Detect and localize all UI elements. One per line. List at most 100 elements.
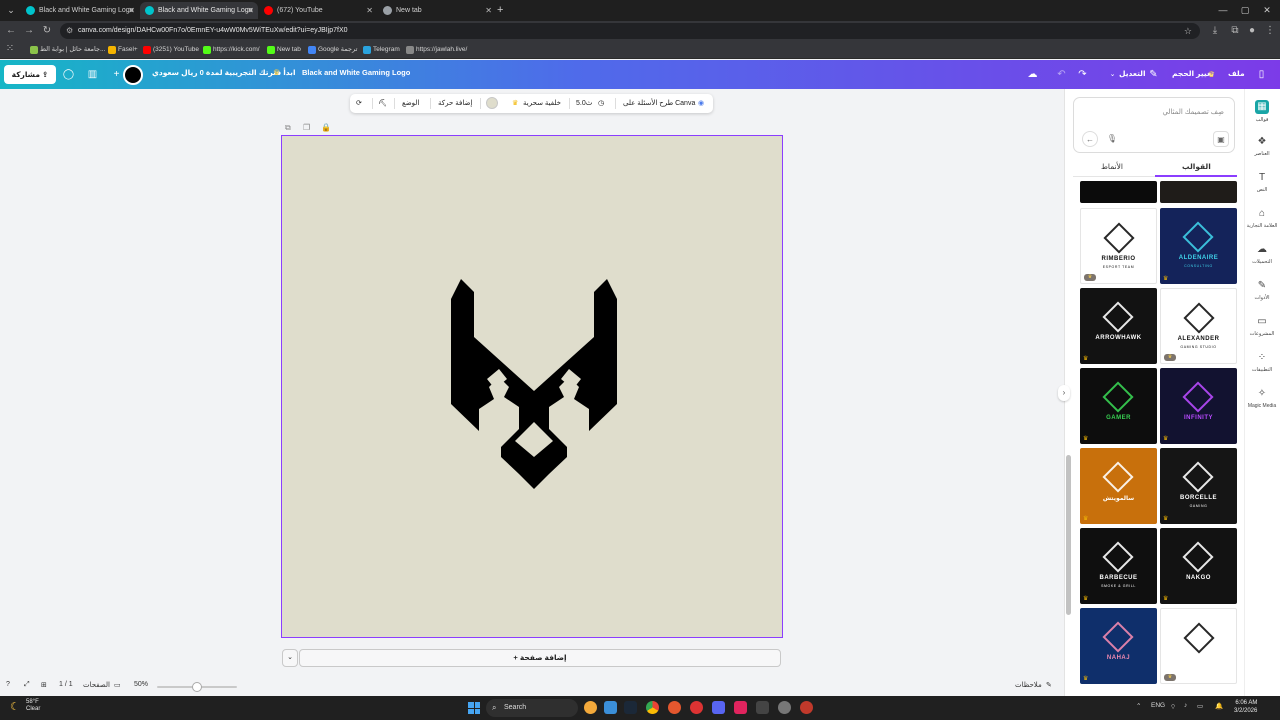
- back-arrow-icon[interactable]: ←: [1082, 131, 1098, 147]
- browser-tab-2[interactable]: Black and White Gaming Logo ✕: [140, 2, 258, 19]
- tab-templates[interactable]: القوالب: [1182, 162, 1211, 171]
- tab-styles[interactable]: الأنماط: [1101, 162, 1123, 171]
- lock-icon[interactable]: 🔒: [321, 123, 331, 132]
- minimize-icon[interactable]: —: [1211, 2, 1235, 18]
- help-icon[interactable]: ?: [6, 681, 10, 688]
- rotate-icon[interactable]: ⟳: [356, 94, 362, 113]
- rail-item-text[interactable]: T النص: [1244, 172, 1280, 193]
- animate-button[interactable]: إضافة حركة: [438, 94, 472, 113]
- template-card[interactable]: BARBECUE SMOKE & GRILL ♛: [1080, 528, 1157, 604]
- bookmark-item[interactable]: https://jawlah.live/: [406, 44, 467, 56]
- share-button[interactable]: مشاركة ⇪: [4, 65, 56, 84]
- close-window-icon[interactable]: ✕: [1255, 2, 1279, 18]
- duration-button[interactable]: 5.0ث: [576, 94, 592, 113]
- rail-item-brand[interactable]: ⌂ العلامة التجارية: [1244, 208, 1280, 229]
- template-search-input[interactable]: صِف تصميمك المثالي ← 🎙 ▣: [1073, 97, 1235, 153]
- maximize-icon[interactable]: ▢: [1233, 2, 1257, 18]
- template-card[interactable]: [1160, 181, 1237, 203]
- bookmark-item[interactable]: Fasel+: [108, 44, 138, 56]
- browser-tab-3[interactable]: (672) YouTube ✕: [259, 2, 377, 19]
- browser-tab-4[interactable]: New tab ✕: [378, 2, 496, 19]
- template-card[interactable]: [1080, 181, 1157, 203]
- page-count[interactable]: 1 / 1: [59, 681, 73, 688]
- app-icon[interactable]: [668, 701, 681, 714]
- background-color-swatch[interactable]: [486, 97, 498, 109]
- app-icon[interactable]: [584, 701, 597, 714]
- edit-mode-button[interactable]: التعديل: [1119, 69, 1146, 78]
- template-card[interactable]: RIMBERIO ESPORT TEAM ♛: [1080, 208, 1157, 284]
- chrome-icon[interactable]: [646, 701, 659, 714]
- design-canvas[interactable]: [281, 135, 783, 638]
- panel-toggle-icon[interactable]: ▯: [1253, 66, 1270, 83]
- wifi-icon[interactable]: ⌔: [1170, 702, 1176, 711]
- template-card[interactable]: GAMER ♛: [1080, 368, 1157, 444]
- battery-icon[interactable]: ▭: [1197, 702, 1203, 710]
- app-icon[interactable]: [690, 701, 703, 714]
- site-info-icon[interactable]: ⚙: [66, 23, 73, 39]
- template-card[interactable]: ALEXANDER GAMING STUDIO ♛: [1160, 288, 1237, 364]
- paint-format-icon[interactable]: ⛏: [378, 94, 387, 113]
- steam-icon[interactable]: [624, 701, 637, 714]
- app-icon[interactable]: [800, 701, 813, 714]
- chevron-down-icon[interactable]: ⌄: [282, 649, 298, 667]
- close-tab-icon[interactable]: ✕: [247, 2, 254, 19]
- weather-widget[interactable]: 58°F Clear: [26, 699, 40, 713]
- cloud-save-icon[interactable]: ☁: [1024, 66, 1041, 83]
- url-input[interactable]: ⚙ canva.com/design/DAHCw00Fn7o/0EmnEY-u4…: [60, 23, 1200, 39]
- profile-avatar-icon[interactable]: ●: [1245, 24, 1259, 38]
- grid-view-icon[interactable]: ⊞: [41, 681, 47, 689]
- back-arrow-icon[interactable]: ←: [4, 24, 18, 38]
- rail-item-elements[interactable]: ❖ العناصر: [1244, 136, 1280, 157]
- bookmark-item[interactable]: جامعة حائل | بوابة الط...: [30, 44, 105, 56]
- zoom-slider-handle[interactable]: [192, 682, 202, 692]
- bookmark-item[interactable]: Google ترجمة: [308, 44, 357, 56]
- insights-chart-icon[interactable]: ▥: [84, 66, 101, 83]
- rail-item-templates[interactable]: ▦ قوالب: [1244, 100, 1280, 123]
- position-button[interactable]: الوضع: [402, 94, 419, 113]
- rail-item-projects[interactable]: ▭ المشروعات: [1244, 316, 1280, 337]
- close-tab-icon[interactable]: ✕: [128, 2, 135, 19]
- notes-button[interactable]: ملاحظات: [1015, 681, 1042, 689]
- fullscreen-icon[interactable]: ⤢: [24, 681, 30, 689]
- apps-grid-icon[interactable]: ⁙: [3, 42, 17, 56]
- template-card[interactable]: NAKGO ♛: [1160, 528, 1237, 604]
- bookmark-item[interactable]: https://kick.com/: [203, 44, 260, 56]
- template-card[interactable]: BORCELLE GAMING ♛: [1160, 448, 1237, 524]
- windows-start-icon[interactable]: [468, 702, 480, 714]
- template-card[interactable]: NAHAJ ♛: [1080, 608, 1157, 684]
- app-icon[interactable]: [734, 701, 747, 714]
- zoom-value[interactable]: 50%: [134, 681, 148, 688]
- bookmark-item[interactable]: New tab: [267, 44, 301, 56]
- bookmark-star-icon[interactable]: ☆: [1184, 23, 1192, 39]
- bookmark-item[interactable]: Telegram: [363, 44, 400, 56]
- bookmark-item[interactable]: (3251) YouTube: [143, 44, 199, 56]
- rail-item-uploads[interactable]: ☁ التحميلات: [1244, 244, 1280, 265]
- close-tab-icon[interactable]: ✕: [366, 2, 373, 19]
- notification-bell-icon[interactable]: 🔔: [1215, 702, 1223, 710]
- panel-scrollbar-thumb[interactable]: [1066, 455, 1071, 615]
- app-icon[interactable]: [604, 701, 617, 714]
- comment-icon[interactable]: ◯: [60, 66, 77, 83]
- microphone-icon[interactable]: 🎙: [1104, 131, 1120, 147]
- tab-search-icon[interactable]: ⌄: [4, 3, 18, 17]
- copy-page-icon[interactable]: ❐: [303, 123, 310, 132]
- notes-icon[interactable]: ✎: [1046, 681, 1052, 689]
- wolf-m-logo[interactable]: [449, 279, 619, 492]
- add-page-button[interactable]: + إضافة صفحة: [299, 649, 781, 667]
- template-card[interactable]: ♛: [1160, 608, 1237, 684]
- browser-tab-1[interactable]: Black and White Gaming Logo ✕: [21, 2, 139, 19]
- pages-icon[interactable]: ▭: [114, 681, 121, 689]
- forward-arrow-icon[interactable]: →: [22, 24, 36, 38]
- settings-gear-icon[interactable]: [778, 701, 791, 714]
- tray-chevron-icon[interactable]: ⌃: [1136, 702, 1141, 710]
- avatar[interactable]: [123, 65, 143, 85]
- reload-icon[interactable]: ↻: [40, 24, 54, 38]
- magic-background-button[interactable]: خلفية سحرية: [523, 94, 561, 113]
- close-tab-icon[interactable]: ✕: [485, 2, 492, 19]
- extensions-icon[interactable]: ⧉: [1228, 24, 1242, 38]
- ask-canva-button[interactable]: طرح الأسئلة على Canva: [623, 94, 695, 113]
- file-menu-button[interactable]: ملف: [1228, 69, 1245, 78]
- pages-label[interactable]: الصفحات: [83, 681, 110, 689]
- template-card[interactable]: ALDENAIRE CONSULTING ♛: [1160, 208, 1237, 284]
- image-search-icon[interactable]: ▣: [1213, 131, 1229, 147]
